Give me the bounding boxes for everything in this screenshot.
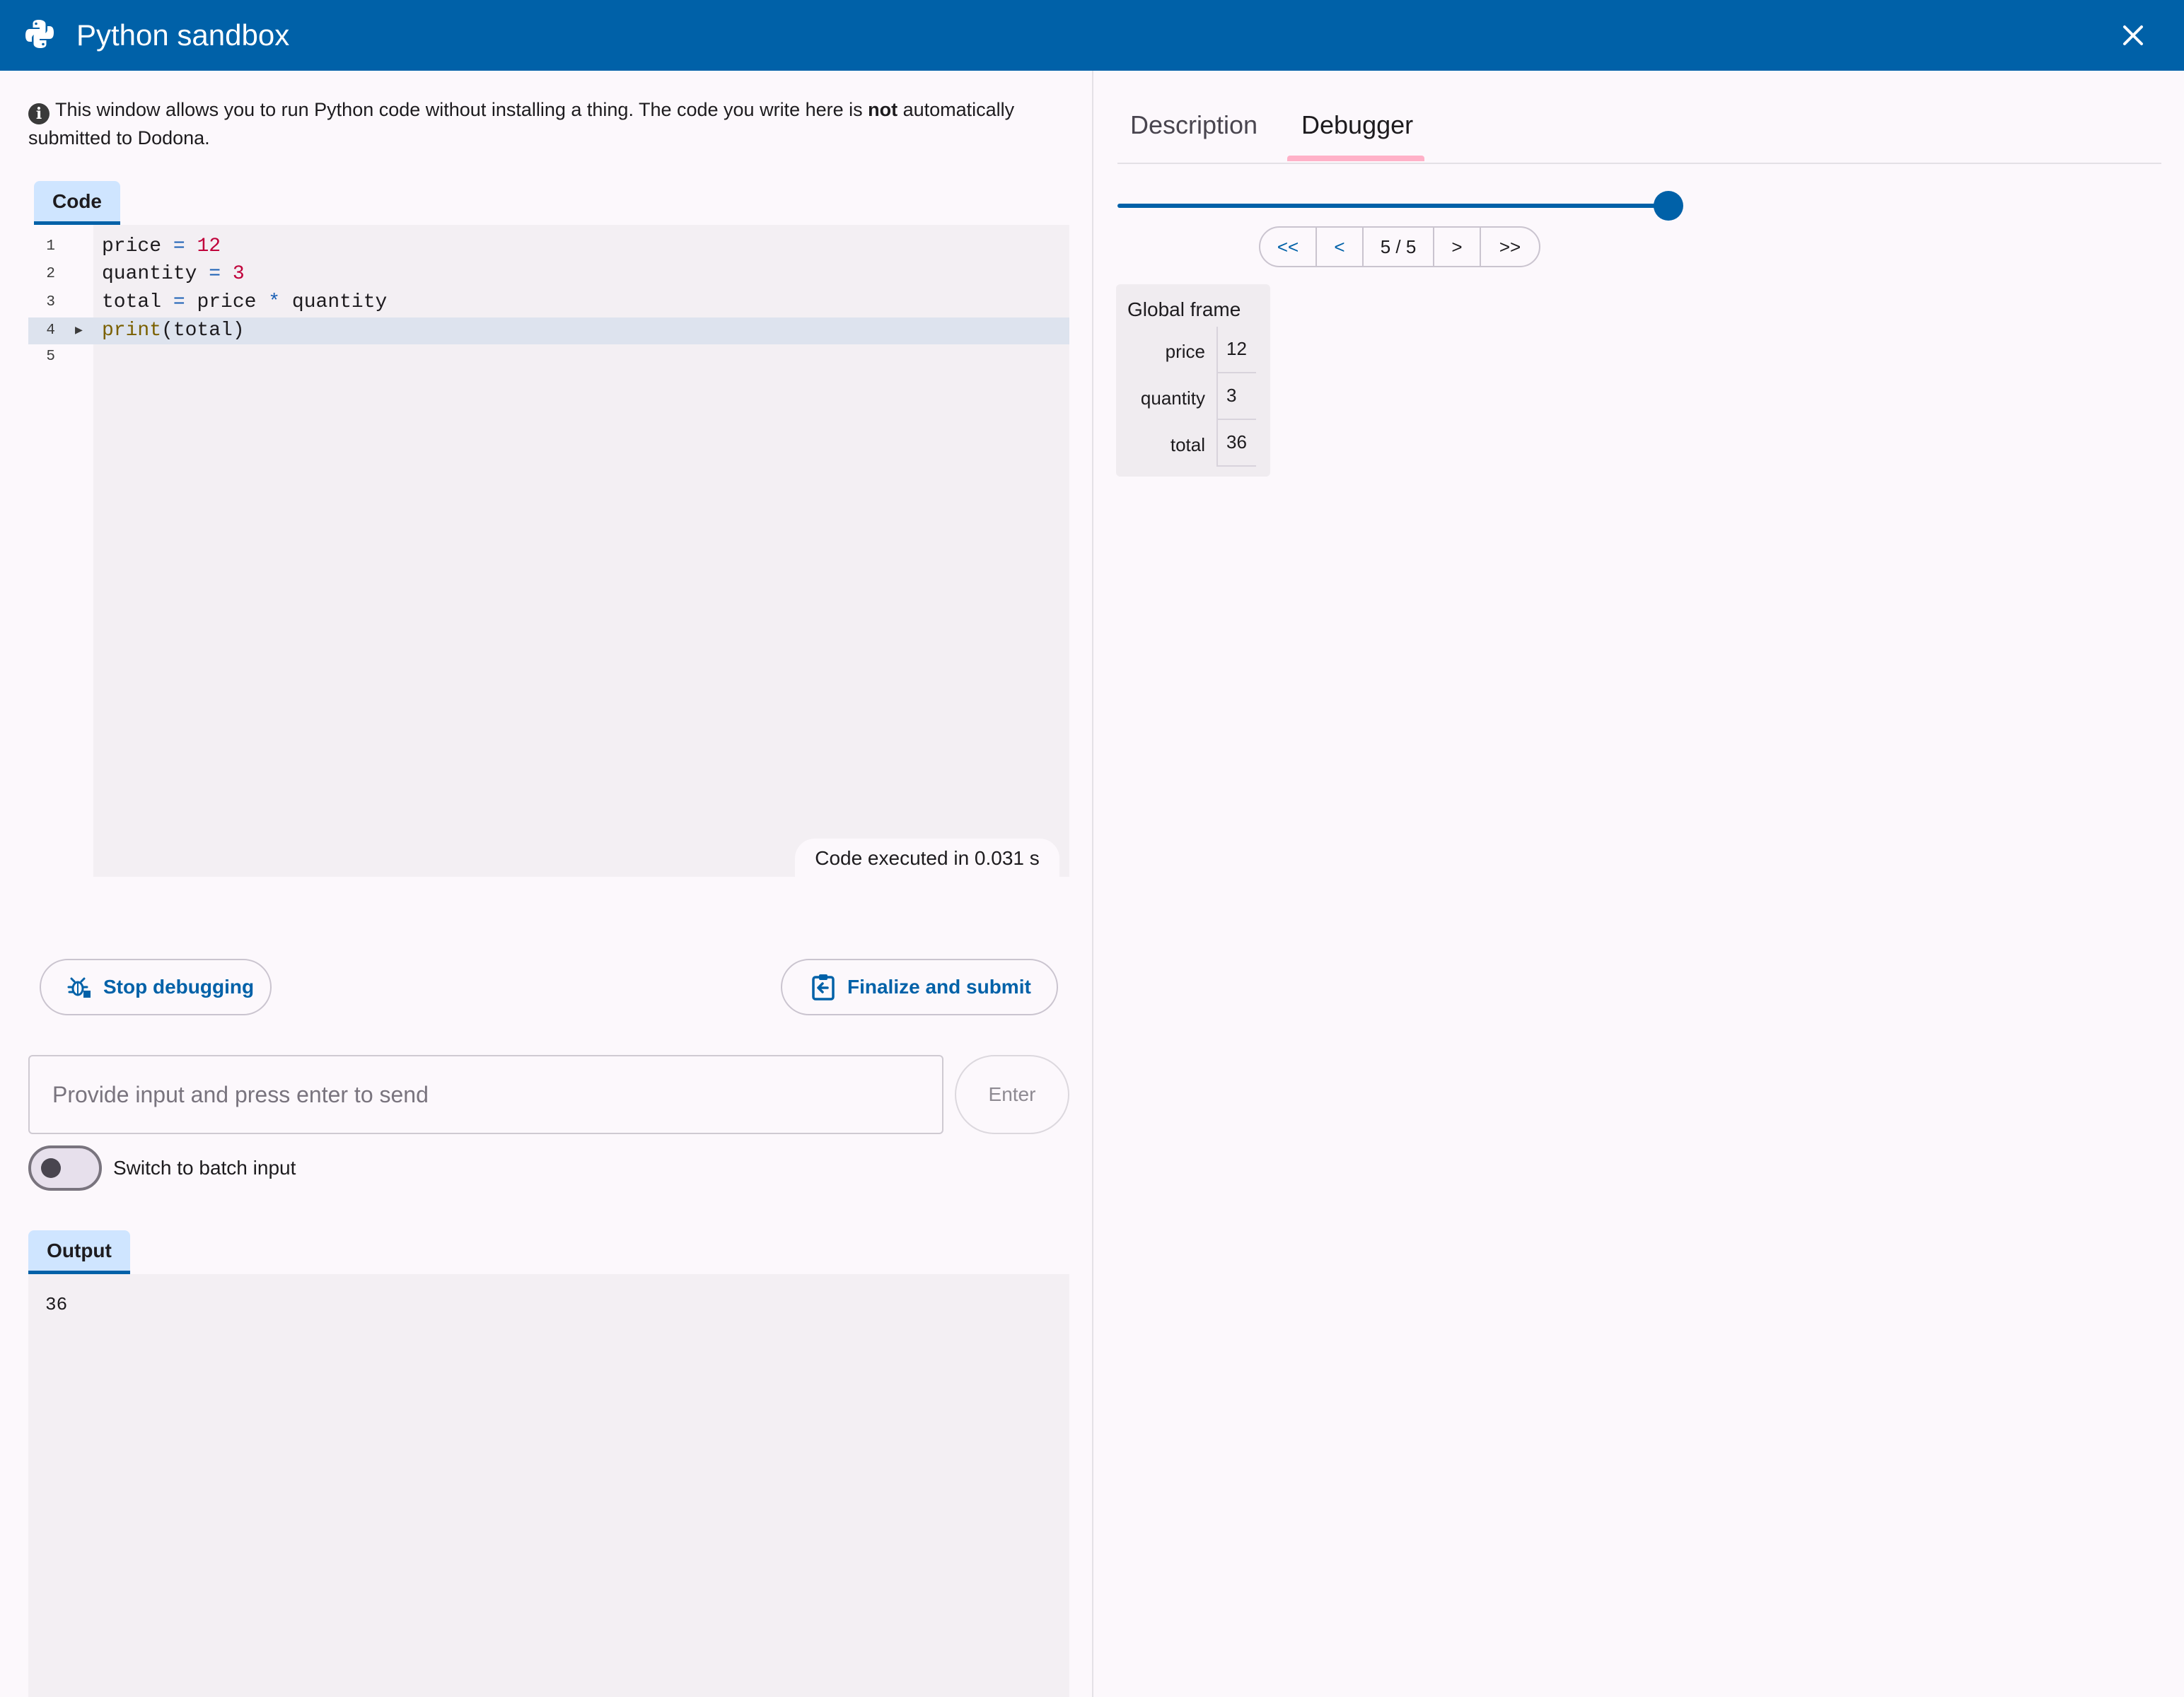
code-editor[interactable]: 1 price = 12 2 quantity = 3 3 total = pr…: [28, 225, 1069, 877]
variable-value: 36: [1216, 420, 1256, 467]
token-identifier: quantity: [102, 263, 197, 285]
code-line-current[interactable]: 4 ▶ print(total): [28, 317, 1069, 344]
output-console: 36: [28, 1274, 1069, 1697]
variable-name: total: [1170, 434, 1205, 455]
variable-row: price 12: [1116, 327, 1270, 373]
debugger-panel: Description Debugger << < 5 / 5 > >> Glo…: [1093, 71, 2184, 1697]
line-number: 1: [46, 238, 55, 255]
tabs-divider: [1117, 163, 2161, 164]
variable-row: total 36: [1116, 420, 1270, 467]
code-line[interactable]: 5: [28, 344, 1069, 371]
toggle-knob: [41, 1158, 61, 1178]
step-slider-track[interactable]: [1117, 204, 1669, 208]
token-function: print: [102, 320, 162, 342]
sandbox-panel: i This window allows you to run Python co…: [0, 71, 1092, 1697]
code-line[interactable]: 2 quantity = 3: [28, 261, 1069, 288]
token-identifier: total: [102, 291, 162, 313]
stop-debugging-label: Stop debugging: [103, 976, 255, 998]
variable-row: quantity 3: [1116, 373, 1270, 420]
step-slider-thumb[interactable]: [1654, 191, 1683, 221]
info-text-bold: not: [868, 99, 898, 120]
active-tab-indicator: [1287, 156, 1424, 161]
stop-debugging-button[interactable]: Stop debugging: [40, 959, 272, 1015]
global-frame: Global frame price 12 quantity 3 total 3…: [1116, 284, 1270, 477]
code-line[interactable]: 3 total = price * quantity: [28, 289, 1069, 316]
token-identifier: total: [173, 320, 233, 342]
variable-value: 12: [1216, 327, 1256, 373]
title-bar: Python sandbox: [0, 0, 2184, 71]
token-operator: *: [268, 291, 281, 313]
batch-input-label: Switch to batch input: [113, 1157, 296, 1179]
current-line-arrow-icon: ▶: [75, 324, 83, 338]
info-message: i This window allows you to run Python co…: [28, 96, 1075, 151]
token-identifier: quantity: [291, 291, 388, 313]
line-code: quantity = 3: [102, 261, 245, 288]
tab-description[interactable]: Description: [1130, 107, 1257, 143]
close-icon[interactable]: [2116, 18, 2150, 52]
bug-icon: [67, 977, 91, 998]
variable-name: quantity: [1140, 387, 1205, 409]
line-code: price = 12: [102, 233, 221, 260]
output-tab[interactable]: Output: [28, 1230, 130, 1274]
finalize-submit-label: Finalize and submit: [847, 976, 1031, 998]
token-operator: =: [209, 263, 221, 285]
token-operator: =: [173, 291, 185, 313]
first-step-button[interactable]: <<: [1260, 228, 1317, 266]
python-logo-icon: [25, 20, 54, 48]
next-step-button[interactable]: >: [1434, 228, 1481, 266]
window-title: Python sandbox: [76, 18, 290, 52]
finalize-submit-button[interactable]: Finalize and submit: [781, 959, 1058, 1015]
stdin-input[interactable]: Provide input and press enter to send: [28, 1055, 943, 1134]
variable-name: price: [1165, 341, 1205, 362]
execution-time-badge: Code executed in 0.031 s: [795, 839, 1059, 878]
frame-title: Global frame: [1127, 298, 1241, 320]
previous-step-button[interactable]: <: [1317, 228, 1364, 266]
line-number: 5: [46, 349, 55, 365]
token-number: 3: [232, 263, 245, 285]
line-number: 3: [46, 294, 55, 310]
line-code: print(total): [102, 320, 245, 342]
code-line[interactable]: 1 price = 12: [28, 233, 1069, 260]
last-step-button[interactable]: >>: [1481, 228, 1539, 266]
token-identifier: price: [102, 235, 162, 257]
line-number: 2: [46, 266, 55, 282]
step-counter: 5 / 5: [1364, 228, 1434, 266]
token-identifier: price: [197, 291, 257, 313]
enter-button[interactable]: Enter: [955, 1055, 1069, 1134]
tab-debugger[interactable]: Debugger: [1301, 107, 1413, 143]
step-navigation: << < 5 / 5 > >>: [1259, 226, 1540, 267]
code-tab[interactable]: Code: [34, 181, 120, 225]
variable-value: 3: [1216, 373, 1256, 420]
clipboard-submit-icon: [812, 974, 835, 1001]
info-text-before: This window allows you to run Python cod…: [55, 99, 869, 120]
batch-input-toggle[interactable]: [28, 1145, 102, 1191]
line-code: total = price * quantity: [102, 289, 387, 316]
token-operator: =: [173, 235, 185, 257]
info-icon: i: [28, 103, 50, 124]
line-number: 4: [46, 322, 55, 339]
token-number: 12: [197, 235, 221, 257]
